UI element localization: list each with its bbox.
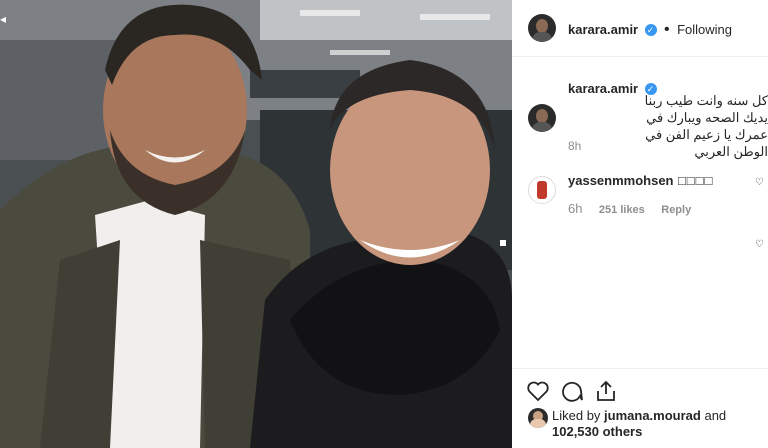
comment-reply-button[interactable]: Reply bbox=[661, 204, 691, 216]
author-username[interactable]: karara.amir bbox=[568, 22, 638, 37]
caption-text: كل سنه وانت طيب ربنا يديك الصحه ويبارك ف… bbox=[644, 93, 768, 159]
comment-like-heart-icon[interactable]: ♡ bbox=[755, 177, 764, 188]
liker-avatar[interactable] bbox=[528, 408, 548, 428]
verified-badge-icon: ✓ bbox=[644, 23, 657, 36]
liked-by-count[interactable]: 102,530 others bbox=[552, 424, 642, 439]
caption-timestamp[interactable]: 8h bbox=[568, 139, 581, 153]
post-side-panel: karara.amir ✓ • Following karara.amir ✓ … bbox=[512, 0, 768, 448]
separator-dot: • bbox=[664, 21, 670, 38]
heart-icon[interactable] bbox=[526, 379, 550, 403]
liked-by: Liked by jumana.mourad and 102,530 other… bbox=[552, 408, 762, 440]
previous-post-arrow-icon[interactable]: ◂ bbox=[0, 13, 6, 25]
author-avatar[interactable] bbox=[528, 14, 556, 42]
liked-by-and: and bbox=[704, 408, 727, 423]
header-line: karara.amir ✓ • Following bbox=[568, 21, 732, 39]
post-photo[interactable]: ◂ bbox=[0, 0, 512, 448]
comment-timestamp[interactable]: 6h bbox=[568, 201, 582, 216]
comment-like-heart-icon-2[interactable]: ♡ bbox=[755, 239, 764, 250]
comment-meta: 6h 251 likes Reply bbox=[568, 200, 691, 218]
liked-by-prefix: Liked by bbox=[552, 408, 601, 423]
liked-by-user[interactable]: jumana.mourad bbox=[604, 408, 701, 423]
following-button[interactable]: Following bbox=[677, 22, 732, 37]
caption: كل سنه وانت طيب ربنا يديك الصحه ويبارك ف… bbox=[568, 92, 768, 160]
commenter-avatar[interactable] bbox=[528, 176, 556, 204]
comment-icon[interactable] bbox=[560, 379, 584, 403]
caption-author-avatar[interactable] bbox=[528, 104, 556, 132]
scroll-marker bbox=[704, 234, 708, 237]
share-icon[interactable] bbox=[594, 379, 618, 403]
comment-text: □□□□ bbox=[677, 173, 714, 188]
post-actions bbox=[512, 368, 768, 409]
post-header: karara.amir ✓ • Following bbox=[512, 0, 768, 57]
photo-illustration bbox=[0, 0, 512, 448]
comment-username[interactable]: yassenmmohsen bbox=[568, 173, 674, 188]
comment-likes[interactable]: 251 likes bbox=[599, 204, 645, 216]
comment-line: yassenmmohsen □□□□ bbox=[568, 172, 713, 190]
